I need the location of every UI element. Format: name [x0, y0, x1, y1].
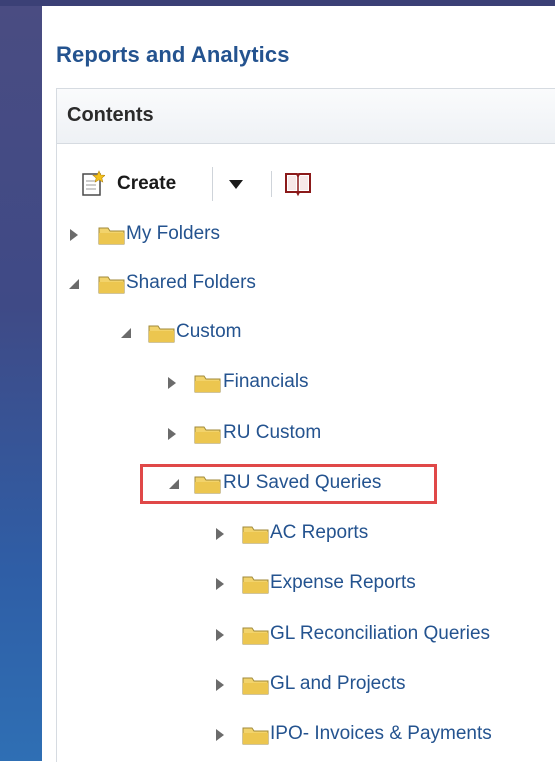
- expand-arrow-icon[interactable]: [212, 526, 228, 542]
- folder-icon: [148, 325, 175, 343]
- tree-item-label[interactable]: IPO- Invoices & Payments: [270, 723, 492, 745]
- tree-item-ac-reports[interactable]: AC Reports: [208, 520, 468, 550]
- tree-item-custom[interactable]: Custom: [112, 319, 312, 349]
- tree-item-label[interactable]: AC Reports: [270, 522, 368, 544]
- tree-item-label[interactable]: Custom: [176, 321, 241, 343]
- folder-icon: [242, 677, 269, 695]
- selection-highlight-box: [140, 464, 437, 504]
- tree-item-ipo-invoices-payments[interactable]: IPO- Invoices & Payments: [208, 721, 555, 751]
- tree-item-label[interactable]: My Folders: [126, 223, 220, 245]
- tree-item-shared-folders[interactable]: Shared Folders: [60, 270, 320, 300]
- folder-tree: My Folders Shared Folders Custom Financi…: [0, 0, 555, 761]
- expand-arrow-icon[interactable]: [212, 727, 228, 743]
- tree-item-financials[interactable]: Financials: [160, 369, 380, 399]
- tree-item-label[interactable]: Shared Folders: [126, 272, 256, 294]
- expand-arrow-icon[interactable]: [212, 576, 228, 592]
- expand-arrow-icon[interactable]: [66, 227, 82, 243]
- expand-arrow-icon[interactable]: [164, 426, 180, 442]
- folder-icon: [98, 276, 125, 294]
- folder-icon: [194, 375, 221, 393]
- collapse-arrow-icon[interactable]: [118, 325, 134, 341]
- tree-item-expense-reports[interactable]: Expense Reports: [208, 570, 488, 600]
- folder-icon: [242, 526, 269, 544]
- expand-arrow-icon[interactable]: [164, 375, 180, 391]
- expand-arrow-icon[interactable]: [212, 627, 228, 643]
- tree-item-label[interactable]: RU Custom: [223, 422, 321, 444]
- tree-item-label[interactable]: GL Reconciliation Queries: [270, 623, 490, 645]
- folder-icon: [194, 426, 221, 444]
- folder-icon: [242, 727, 269, 745]
- folder-icon: [98, 227, 125, 245]
- expand-arrow-icon[interactable]: [212, 677, 228, 693]
- collapse-arrow-icon[interactable]: [66, 276, 82, 292]
- tree-item-label[interactable]: GL and Projects: [270, 673, 406, 695]
- tree-item-ru-custom[interactable]: RU Custom: [160, 420, 380, 450]
- folder-icon: [242, 576, 269, 594]
- tree-item-label[interactable]: Financials: [223, 371, 309, 393]
- folder-icon: [242, 627, 269, 645]
- tree-item-label[interactable]: Expense Reports: [270, 572, 416, 594]
- tree-item-gl-reconciliation-queries[interactable]: GL Reconciliation Queries: [208, 621, 555, 651]
- tree-item-my-folders[interactable]: My Folders: [60, 221, 300, 251]
- tree-item-gl-and-projects[interactable]: GL and Projects: [208, 671, 488, 701]
